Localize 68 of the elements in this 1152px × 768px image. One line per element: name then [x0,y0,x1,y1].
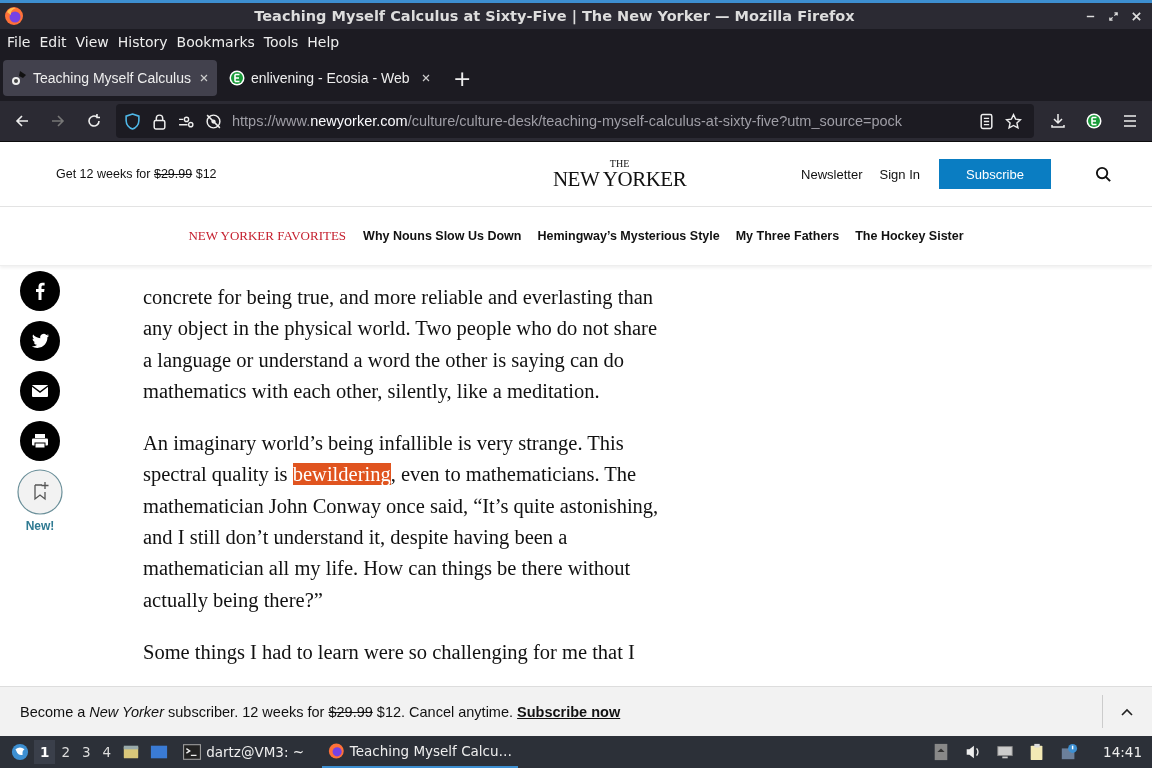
article-text-line: actually being there?” [143,587,323,614]
notification-icon[interactable] [1060,743,1079,761]
header-link[interactable]: Newsletter [801,166,863,182]
workspace-button[interactable]: 3 [76,740,97,764]
close-icon[interactable] [1131,10,1142,22]
menu-item[interactable]: File [3,32,35,52]
file-manager-icon[interactable] [122,743,141,761]
bird-icon[interactable] [20,321,60,361]
address-bar[interactable]: https://www.newyorker.com/culture/culture-desk/teaching-myself-calculus-at-sixty-five?utm_source=pock [116,104,1034,138]
menu-item[interactable]: Tools [259,32,303,52]
promo-text: Get 12 weeks for $29.99 $12 [56,167,218,181]
desktop-icon[interactable] [150,743,169,761]
favorites-link[interactable]: Why Nouns Slow Us Down [363,229,522,243]
maximize-icon[interactable] [1108,10,1119,22]
browser-tab[interactable]: enlivening - Ecosia - Web [221,60,439,96]
menu-item[interactable]: Help [303,32,344,52]
save-bookmark-icon[interactable] [17,469,63,515]
subscription-banner-text: Become a New Yorker subscriber. 12 weeks for $29.99 $12. Cancel anytime. Subscribe now [20,703,622,720]
shield-icon[interactable] [124,112,141,130]
firefox-logo-icon [328,742,345,760]
article-text-line: mathematician all my life. How can things be there without [143,556,631,582]
article-text-line: mathematician John Conway once said, “It’s quite astonishing, [143,493,659,520]
article-text-line: Some things I had to learn were so challenging for me that I [143,639,635,666]
favorites-link[interactable]: The Hockey Sister [855,229,964,243]
tracking-blocked-icon[interactable] [205,112,222,130]
article-text-line: concrete for being true, and more reliable and everlasting than [143,285,653,311]
firefox-logo-icon [4,6,24,26]
menu-item[interactable]: Edit [35,32,71,52]
new-tab-button[interactable]: + [443,65,482,91]
window-title: Teaching Myself Calculus at Sixty-Five | The New Yorker — Mozilla Firefox [253,8,856,24]
ecosia-logo-icon [229,70,245,86]
favorites-link[interactable]: My Three Fathers [735,229,840,243]
favicon-icon [11,70,27,86]
close-tab-icon[interactable] [421,73,431,83]
workspace-button[interactable]: 4 [96,740,118,764]
taskbar-task[interactable]: Teaching Myself Calcu… [322,736,519,768]
favorites-link[interactable]: Hemingway’s Mysterious Style [537,229,720,243]
menu-item[interactable]: Bookmarks [172,32,259,52]
new-label: New! [25,519,55,533]
menu-item[interactable]: History [113,32,172,52]
network-icon[interactable] [996,743,1015,761]
article-text-line: a language or understand a word the other is saying can do [143,347,625,374]
search-icon[interactable] [1095,165,1112,183]
mail-icon[interactable] [20,371,60,411]
start-menu-icon[interactable] [11,743,29,761]
article-text-line: An imaginary world’s being infallible is very strange. This [143,431,624,457]
workspace-button[interactable]: 2 [55,740,76,764]
browser-tab[interactable]: Teaching Myself Calculus [3,60,217,96]
subscribe-button[interactable]: Subscribe [939,159,1051,189]
clock: 14:41 [1103,744,1142,760]
article-text-line: any object in the physical world. Two people who do not share [143,316,657,342]
header-link[interactable]: Sign In [879,166,920,182]
article-text-line: and I still don’t understand it, despite having been a [143,525,568,551]
workspace-button[interactable]: 1 [34,740,56,764]
article-text-line: mathematics with each other, silently, like a meditation. [143,378,600,405]
terminal-icon [183,743,202,761]
menu-item[interactable]: View [71,32,113,52]
reader-view-icon[interactable] [978,112,995,130]
print-icon[interactable] [20,421,60,461]
subscribe-now-link[interactable]: Subscribe now [517,703,621,720]
star-icon[interactable] [1005,112,1022,130]
favorites-title: NEW YORKER FAVORITES [188,228,347,244]
taskbar-task[interactable]: dartz@VM3: ~ [177,737,311,767]
facebook-icon[interactable] [20,271,60,311]
site-logo[interactable]: THE NEW YORKER [438,158,802,190]
close-tab-icon[interactable] [199,73,209,83]
article-text-line: spectral quality is bewildering, even to mathematicians. The [143,462,637,488]
lock-icon[interactable] [151,112,168,130]
